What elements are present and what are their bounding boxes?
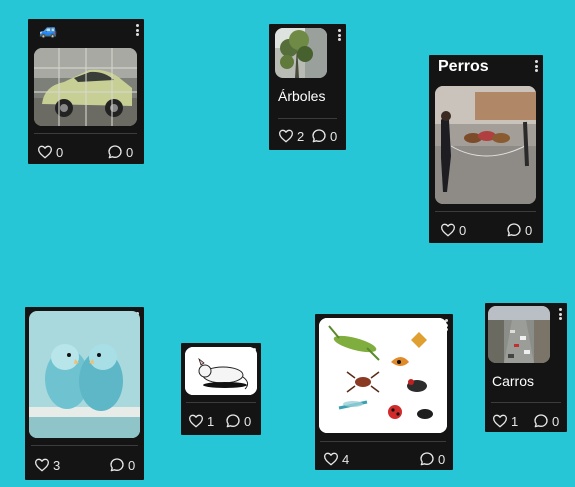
like-button[interactable]: 1 xyxy=(492,413,518,429)
heart-icon xyxy=(492,413,508,429)
comment-button[interactable]: 0 xyxy=(506,222,532,238)
card-title: Perros xyxy=(438,58,489,75)
like-button[interactable]: 0 xyxy=(440,222,466,238)
more-vertical-icon[interactable] xyxy=(334,27,344,43)
post-card-cars[interactable]: Carros 1 0 xyxy=(485,303,567,432)
like-count: 0 xyxy=(459,222,467,238)
post-card-insects[interactable]: 4 0 xyxy=(315,314,453,470)
like-count: 1 xyxy=(207,413,215,429)
traffic-photo[interactable] xyxy=(488,306,550,363)
comment-button[interactable]: 0 xyxy=(107,144,133,160)
comment-count: 0 xyxy=(438,451,446,467)
heart-icon xyxy=(37,144,53,160)
card-divider xyxy=(278,118,337,119)
heart-icon xyxy=(323,451,339,467)
post-card-car[interactable]: 🚙 0 0 xyxy=(28,19,144,164)
more-vertical-icon[interactable] xyxy=(555,306,565,322)
post-card-trees[interactable]: Árboles 2 0 xyxy=(269,24,346,150)
like-count: 4 xyxy=(342,451,350,467)
card-divider xyxy=(31,445,138,446)
card-title: Árboles xyxy=(278,88,326,104)
post-card-rat[interactable]: 1 0 xyxy=(181,343,261,435)
car-emoji-title: 🚙 xyxy=(39,22,58,39)
like-button[interactable]: 3 xyxy=(34,457,60,473)
comment-icon xyxy=(533,413,549,429)
comment-count: 0 xyxy=(330,128,338,144)
card-divider xyxy=(34,133,137,134)
comment-icon xyxy=(109,457,125,473)
comment-icon xyxy=(225,413,241,429)
like-button[interactable]: 0 xyxy=(37,144,63,160)
like-button[interactable]: 4 xyxy=(323,451,349,467)
insects-photo[interactable] xyxy=(319,318,447,433)
like-count: 1 xyxy=(511,413,519,429)
comment-button[interactable]: 0 xyxy=(109,457,135,473)
comment-button[interactable]: 0 xyxy=(311,128,337,144)
like-count: 2 xyxy=(297,128,305,144)
like-button[interactable]: 2 xyxy=(278,128,304,144)
card-title: Carros xyxy=(492,373,535,389)
like-count: 0 xyxy=(56,144,64,160)
comment-count: 0 xyxy=(525,222,533,238)
like-button[interactable]: 1 xyxy=(188,413,214,429)
comment-icon xyxy=(311,128,327,144)
comment-icon xyxy=(107,144,123,160)
rat-drawing[interactable] xyxy=(185,347,257,395)
heart-icon xyxy=(34,457,50,473)
heart-icon xyxy=(278,128,294,144)
heart-icon xyxy=(188,413,204,429)
comment-count: 0 xyxy=(126,144,134,160)
card-divider xyxy=(186,402,256,403)
comment-button[interactable]: 0 xyxy=(533,413,559,429)
comment-button[interactable]: 0 xyxy=(419,451,445,467)
comment-icon xyxy=(419,451,435,467)
card-divider xyxy=(435,211,536,212)
heart-icon xyxy=(440,222,456,238)
parakeets-photo[interactable] xyxy=(29,311,140,438)
card-divider xyxy=(491,402,561,403)
comment-count: 0 xyxy=(128,457,136,473)
comment-count: 0 xyxy=(244,413,252,429)
post-card-dogs[interactable]: Perros 0 0 xyxy=(429,55,543,243)
post-card-birds[interactable]: 3 0 xyxy=(25,307,144,480)
comment-icon xyxy=(506,222,522,238)
more-vertical-icon[interactable] xyxy=(531,58,541,74)
more-vertical-icon[interactable] xyxy=(132,22,142,38)
dogs-photo[interactable] xyxy=(435,86,536,204)
comment-count: 0 xyxy=(552,413,560,429)
tree-photo[interactable] xyxy=(275,28,327,78)
card-divider xyxy=(320,441,446,442)
like-count: 3 xyxy=(53,457,61,473)
comment-button[interactable]: 0 xyxy=(225,413,251,429)
car-photo[interactable] xyxy=(34,48,137,126)
